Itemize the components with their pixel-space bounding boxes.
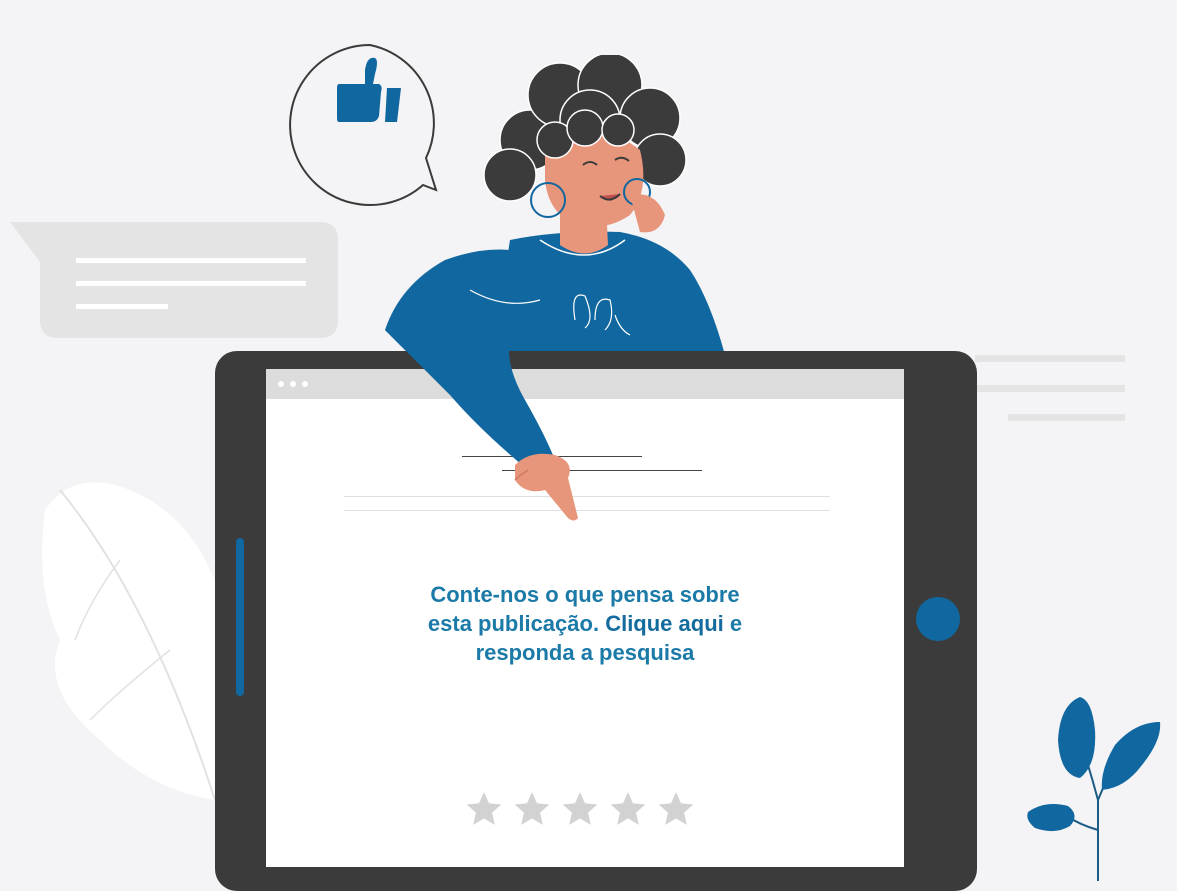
survey-line-2-suffix: e [723, 611, 743, 636]
pointing-hand-illustration [385, 330, 578, 521]
decorative-lines [975, 355, 1125, 421]
star-icon[interactable] [512, 789, 552, 829]
window-dot-icon [290, 381, 296, 387]
leaf-decoration [42, 482, 233, 801]
survey-line-3: responda a pesquisa [475, 640, 695, 665]
home-button[interactable] [916, 597, 960, 641]
tablet-side-bar [236, 538, 244, 696]
survey-line-2-prefix: esta publicação. [427, 611, 606, 636]
star-rating[interactable] [464, 789, 708, 829]
star-icon[interactable] [560, 789, 600, 829]
chat-bubble-icon [10, 222, 338, 338]
survey-message: Conte-nos o que pensa sobre esta publica… [266, 580, 904, 667]
star-icon[interactable] [464, 789, 504, 829]
survey-line-1: Conte-nos o que pensa sobre [430, 582, 740, 607]
star-icon[interactable] [656, 789, 696, 829]
survey-line-2: esta publicação. Clique aqui e [266, 609, 904, 638]
window-dot-icon [302, 381, 308, 387]
window-dot-icon [278, 381, 284, 387]
plant-decoration [1027, 697, 1161, 881]
star-icon[interactable] [608, 789, 648, 829]
survey-link[interactable]: Clique aqui [605, 611, 724, 636]
